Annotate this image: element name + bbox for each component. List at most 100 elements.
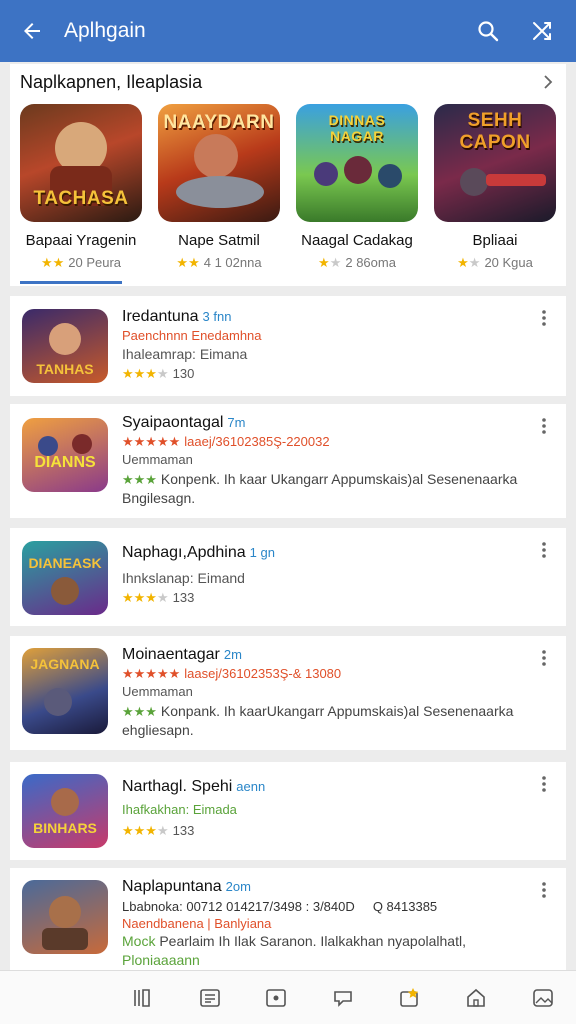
item-age: 7m: [227, 415, 246, 430]
more-options-button[interactable]: [534, 646, 554, 670]
game-art-label: TACHASA: [33, 188, 129, 209]
item-subtitle: laasej/36102353Ş-& 13080: [184, 666, 342, 681]
shuffle-button[interactable]: [522, 11, 562, 51]
item-info: Lbabnoka: 00712 014217/3498 : 3/840D Q 8…: [122, 899, 438, 914]
item-subtitle: Naendbanena | Banlyiana: [122, 916, 272, 931]
app-icon: DIANNS: [22, 418, 108, 492]
star-icon: [399, 987, 418, 1007]
more-vertical-icon: [542, 650, 546, 666]
featured-header[interactable]: Naplkapnen, Ileaplasia: [10, 64, 566, 100]
news-icon: [200, 988, 220, 1007]
item-title: Syaipaontagal: [122, 414, 224, 431]
item-title: Naplapuntana: [122, 878, 222, 895]
more-options-button[interactable]: [534, 306, 554, 330]
app-icon: DIANEASK: [22, 541, 108, 615]
game-art-label: DINNAS NAGAR: [328, 112, 386, 144]
star-rating: ★★: [318, 255, 342, 270]
list-item[interactable]: Naplapuntana 2om Lbabnoka: 00712 014217/3…: [10, 868, 566, 970]
tile-rating: 4 1 02nna: [203, 255, 262, 270]
star-rating: ★★★: [122, 704, 157, 719]
app-title: Aplhgain: [64, 19, 146, 42]
star-rating: ★★★ ★: [122, 366, 169, 381]
gallery-icon: [532, 988, 553, 1007]
featured-tile[interactable]: SEHH CAPON Bpliaai ★ ★ 20 Kgua: [434, 104, 556, 270]
app-icon: BINHARS: [22, 774, 108, 848]
list-item[interactable]: JAGNANA Moinaentagar 2m ★★★★★ laasej/36102…: [10, 636, 566, 750]
tile-name: Bapaai Yragenin: [25, 232, 137, 249]
more-vertical-icon: [542, 542, 546, 558]
item-description: ★★★ Konpank. Ih kaarUkangarr Appumskais)…: [122, 703, 514, 738]
item-age: aenn: [236, 779, 266, 794]
more-vertical-icon: [542, 418, 546, 434]
tile-name: Naagal Cadakag: [301, 232, 413, 249]
item-rating: 133: [172, 823, 195, 838]
app-icon-label: JAGNANA: [30, 656, 100, 672]
item-title: Iredantuna: [122, 308, 199, 325]
item-age: 1 gn: [249, 545, 275, 560]
featured-section: Naplkapnen, Ileaplasia TACHASA Bapaai Yr…: [10, 64, 566, 286]
featured-tile[interactable]: NAAYDARN Nape Satmil ★★ 4 1 02nna: [158, 104, 280, 270]
tab-indicator: [20, 281, 122, 284]
item-age: 2om: [225, 879, 251, 894]
star-rating: ★★: [457, 255, 481, 270]
nav-news-button[interactable]: [192, 980, 228, 1016]
app-icon-label: BINHARS: [33, 820, 97, 836]
list-item[interactable]: DIANNS Syaipaontagal 7m ★★★★★ laaej/361023…: [10, 404, 566, 518]
tile-name: Nape Satmil: [178, 232, 260, 249]
star-rating: ★★: [40, 255, 65, 270]
item-description: ★★★ Konpenk. Ih kaar Ukangarr Appumskais…: [122, 471, 518, 506]
search-button[interactable]: [468, 11, 508, 51]
item-rating: 133: [172, 590, 195, 605]
chat-icon: [334, 990, 352, 1007]
game-art-label: NAAYDARN: [163, 112, 275, 133]
game-art: NAAYDARN: [158, 104, 280, 222]
item-title: Narthagl. Spehi: [122, 778, 233, 795]
library-icon: [134, 988, 151, 1007]
nav-library-button[interactable]: [125, 980, 161, 1016]
featured-tile[interactable]: TACHASA Bapaai Yragenin ★★ 20 Peura: [20, 104, 142, 270]
item-rating: 130: [172, 366, 195, 381]
item-subtitle: laaej/36102385Ş-220032: [184, 434, 330, 449]
more-options-button[interactable]: [534, 538, 554, 562]
featured-heading: Naplkapnen, Ileaplasia: [20, 71, 203, 92]
list-item[interactable]: DIANEASK Naphagı,Apdhina 1 gn Ihnkslanap:…: [10, 528, 566, 626]
item-title: Naphagı,Apdhina: [122, 544, 246, 561]
more-options-button[interactable]: [534, 772, 554, 796]
tile-rating: 20 Kgua: [484, 255, 533, 270]
nav-photo-button[interactable]: [258, 980, 294, 1016]
game-art-label: SEHH CAPON: [459, 110, 531, 153]
more-options-button[interactable]: [534, 878, 554, 902]
featured-tile[interactable]: DINNAS NAGAR Naagal Cadakag ★ ★ 2 86oma: [296, 104, 418, 270]
app-icon: JAGNANA: [22, 648, 108, 734]
more-options-button[interactable]: [534, 414, 554, 438]
back-button[interactable]: [14, 13, 50, 49]
star-rating: ★★★ ★: [122, 823, 169, 838]
star-rating: ★★★★★: [122, 434, 181, 449]
photo-icon: [266, 988, 287, 1007]
star-rating: ★★: [176, 255, 200, 270]
tile-rating: 20 Peura: [68, 255, 122, 270]
bottom-navigation: [0, 970, 576, 1024]
more-vertical-icon: [542, 776, 546, 792]
list-item[interactable]: BINHARS Narthagl. Spehi aenn Ihafkakhan: …: [10, 762, 566, 860]
nav-gallery-button[interactable]: [525, 980, 561, 1016]
item-info: Uemmaman: [122, 452, 193, 467]
shuffle-icon: [533, 22, 551, 40]
app-icon-label: DIANNS: [34, 454, 96, 471]
nav-home-button[interactable]: [458, 980, 494, 1016]
item-title: Moinaentagar: [122, 646, 220, 663]
item-info: Uemmaman: [122, 684, 193, 699]
tile-name: Bpliaai: [472, 232, 518, 249]
item-info: Ihaleamrap: Eimana: [122, 346, 248, 362]
nav-chat-button[interactable]: [325, 980, 361, 1016]
app-bar: Aplhgain: [0, 0, 576, 62]
back-arrow-icon: [24, 23, 40, 39]
star-rating: ★★★ ★: [122, 590, 169, 605]
item-description: Mock Pearlaim Ih Ilak Saranon. Ilalkakha…: [122, 933, 466, 968]
list-item[interactable]: TANHAS Iredantuna 3 fnn Paenchnnn Enedamh…: [10, 296, 566, 396]
nav-favorites-button[interactable]: [392, 980, 428, 1016]
game-art: SEHH CAPON: [434, 104, 556, 222]
item-age: 3 fnn: [202, 309, 232, 324]
item-info: Ihnkslanap: Eimand: [122, 570, 245, 586]
chevron-right-icon[interactable]: [540, 74, 556, 90]
